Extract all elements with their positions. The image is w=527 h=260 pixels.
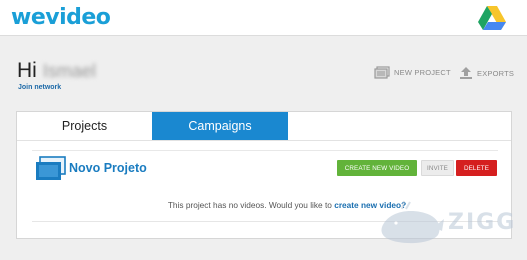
logo-video-text: video [45, 5, 111, 30]
user-name: Ismael [42, 61, 96, 81]
tab-divider [17, 140, 511, 141]
invite-button[interactable]: INVITE [421, 160, 454, 176]
tab-campaigns[interactable]: Campaigns [152, 112, 288, 140]
logo-we-text: we [11, 5, 46, 30]
create-new-video-button[interactable]: CREATE NEW VIDEO [337, 160, 417, 176]
new-project-label: NEW PROJECT [394, 68, 451, 77]
svg-text:ZIGG: ZIGG [448, 210, 516, 235]
delete-button[interactable]: DELETE [456, 160, 497, 176]
top-bar: wevideo [0, 0, 527, 36]
project-folder-icon [36, 156, 66, 180]
exports-button[interactable]: EXPORTS [459, 66, 514, 80]
project-title[interactable]: Novo Projeto [69, 161, 147, 175]
whale-watermark-logo: ZIGG [381, 200, 516, 244]
empty-message-text: This project has no videos. Would you li… [167, 200, 332, 210]
greeting-hi: Hi [17, 59, 37, 82]
new-project-icon [374, 66, 390, 79]
exports-label: EXPORTS [477, 68, 515, 78]
greeting: Hi Ismael [17, 60, 96, 82]
tab-projects[interactable]: Projects [17, 112, 152, 140]
exports-icon [460, 67, 472, 79]
wevideo-logo[interactable]: wevideo [11, 5, 111, 30]
google-drive-icon[interactable] [478, 5, 506, 31]
new-project-button[interactable]: NEW PROJECT [374, 66, 451, 79]
join-network-link[interactable]: Join network [18, 84, 61, 91]
